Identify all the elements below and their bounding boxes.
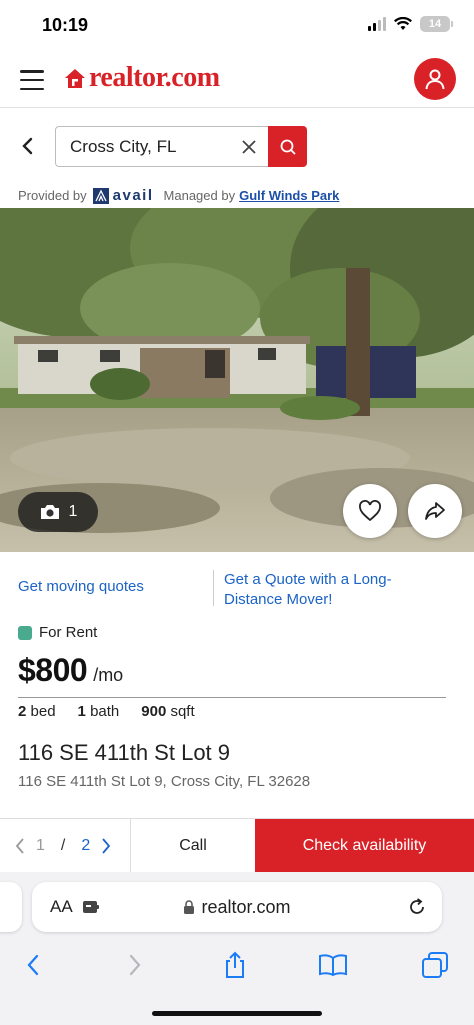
prev-listing-icon[interactable] bbox=[14, 837, 26, 855]
lock-icon bbox=[184, 900, 195, 914]
user-icon bbox=[425, 69, 445, 90]
beds-label: bed bbox=[30, 703, 56, 720]
reload-icon[interactable] bbox=[406, 896, 428, 918]
url-text: realtor.com bbox=[201, 897, 291, 917]
beds-value: 2 bbox=[18, 703, 27, 720]
address-title: 116 SE 411th St Lot 9 bbox=[18, 740, 231, 765]
previous-tab-peek[interactable] bbox=[0, 882, 22, 932]
back-icon bbox=[27, 954, 39, 976]
next-listing-icon[interactable] bbox=[100, 837, 112, 855]
close-icon[interactable] bbox=[240, 138, 258, 156]
sqft-value: 900 bbox=[141, 703, 167, 720]
hamburger-icon[interactable] bbox=[20, 70, 44, 90]
address-full: 116 SE 411th St Lot 9, Cross City, FL 32… bbox=[18, 773, 311, 790]
property-specs: 2 bed 1 bath 900 sqft bbox=[18, 703, 217, 720]
status-dot bbox=[18, 625, 32, 640]
bookmarks-button[interactable] bbox=[318, 950, 348, 980]
sqft-label: sqft bbox=[170, 703, 195, 720]
provider-row: Provided by avail Managed by Gulf Winds … bbox=[18, 187, 339, 204]
provided-by-label: Provided by bbox=[18, 188, 87, 203]
account-button[interactable] bbox=[414, 58, 456, 100]
favorite-button[interactable] bbox=[343, 484, 397, 538]
search-icon bbox=[280, 139, 296, 155]
price-unit: /mo bbox=[93, 665, 124, 685]
quote-links: Get moving quotes Get a Quote with a Lon… bbox=[0, 570, 474, 610]
address-bar[interactable]: AA realtor.com bbox=[32, 882, 442, 932]
beds-spec: 2 bed bbox=[18, 703, 56, 720]
current-page: 1 bbox=[36, 837, 45, 854]
long-distance-line1: Get a Quote with a Long- bbox=[224, 571, 392, 588]
moving-quotes-link[interactable]: Get moving quotes bbox=[18, 578, 144, 595]
listing-pager: 1 / 2 bbox=[14, 819, 112, 873]
listing-status: For Rent bbox=[18, 624, 97, 641]
status-label: For Rent bbox=[39, 624, 98, 641]
wifi-icon bbox=[394, 17, 412, 30]
share-sheet-button[interactable] bbox=[220, 950, 250, 980]
app-header: realtor.com bbox=[0, 52, 474, 108]
battery-icon: 14 bbox=[420, 16, 453, 32]
status-icons: 14 bbox=[368, 16, 453, 32]
bottom-action-bar: 1 / 2 Call Check availability bbox=[0, 818, 474, 873]
photo-count-button[interactable]: 1 bbox=[18, 492, 98, 532]
browser-toolbar bbox=[0, 944, 474, 986]
forward-icon bbox=[129, 954, 141, 976]
camera-icon bbox=[40, 505, 59, 519]
manager-link[interactable]: Gulf Winds Park bbox=[239, 188, 339, 203]
browser-chrome: AA realtor.com bbox=[0, 872, 474, 1025]
long-distance-line2: Distance Mover! bbox=[224, 591, 333, 608]
long-distance-quote-link[interactable]: Get a Quote with a Long- Distance Mover! bbox=[224, 570, 424, 610]
baths-label: bath bbox=[90, 703, 120, 720]
chevron-left-icon[interactable] bbox=[18, 136, 38, 156]
status-time: 10:19 bbox=[42, 15, 89, 35]
listing-photo[interactable]: 1 bbox=[0, 208, 474, 552]
search-row: Cross City, FL bbox=[0, 126, 474, 168]
photo-count: 1 bbox=[68, 503, 78, 520]
share-icon bbox=[226, 951, 244, 978]
baths-spec: 1 bath bbox=[78, 703, 120, 720]
page-separator: / bbox=[60, 837, 66, 854]
share-button[interactable] bbox=[408, 484, 462, 538]
check-availability-button[interactable]: Check availability bbox=[255, 819, 474, 873]
realtor-logo[interactable]: realtor.com bbox=[64, 62, 220, 94]
search-input[interactable]: Cross City, FL bbox=[55, 126, 269, 167]
avail-name: avail bbox=[112, 187, 154, 204]
heart-icon bbox=[359, 500, 381, 522]
status-bar: 10:19 14 bbox=[0, 0, 474, 52]
price-divider bbox=[18, 697, 446, 698]
share-arrow-icon bbox=[425, 502, 445, 520]
avail-logo: avail bbox=[92, 187, 154, 204]
battery-level: 14 bbox=[428, 18, 442, 30]
forward-button[interactable] bbox=[120, 950, 150, 980]
avail-mark-icon bbox=[92, 187, 109, 204]
cellular-signal-icon bbox=[368, 17, 386, 31]
tabs-icon bbox=[422, 952, 448, 978]
managed-by-label: Managed by bbox=[163, 188, 236, 203]
search-button[interactable] bbox=[268, 126, 307, 167]
price: $800 /mo bbox=[18, 652, 123, 689]
url-display: realtor.com bbox=[32, 897, 442, 918]
bookmarks-icon bbox=[319, 954, 347, 977]
quote-divider bbox=[213, 570, 214, 606]
sqft-spec: 900 sqft bbox=[141, 703, 194, 720]
back-button[interactable] bbox=[18, 950, 48, 980]
total-pages: 2 bbox=[81, 837, 91, 854]
baths-value: 1 bbox=[77, 703, 86, 720]
tabs-button[interactable] bbox=[420, 950, 450, 980]
home-indicator bbox=[152, 1011, 322, 1016]
call-button[interactable]: Call bbox=[130, 819, 255, 873]
price-amount: $800 bbox=[18, 652, 88, 688]
house-logo-icon bbox=[65, 69, 85, 88]
logo-text: realtor.com bbox=[89, 62, 220, 93]
search-value: Cross City, FL bbox=[70, 136, 177, 156]
